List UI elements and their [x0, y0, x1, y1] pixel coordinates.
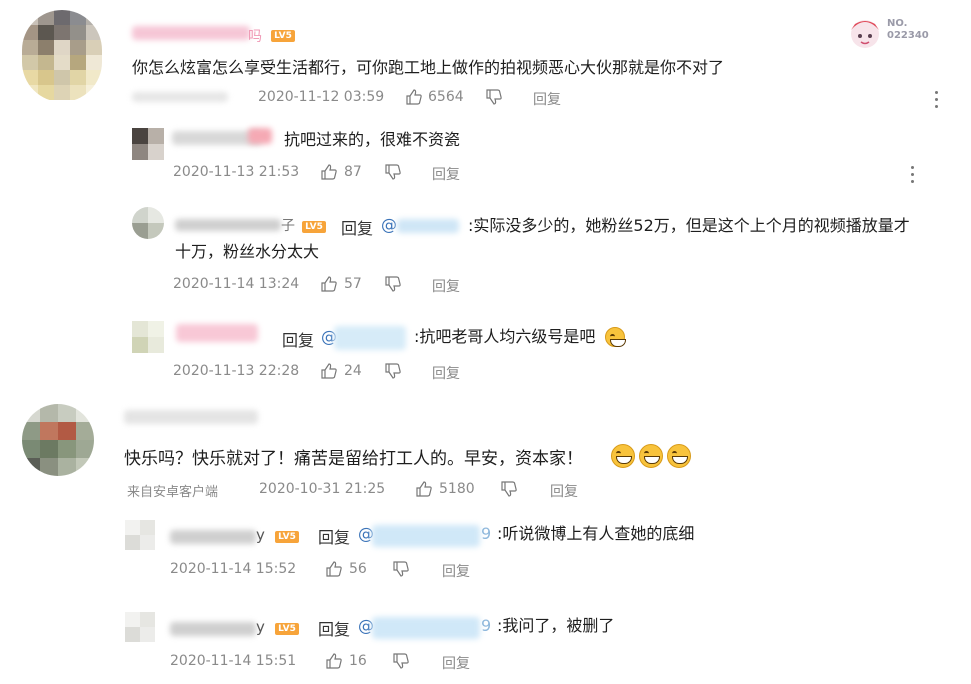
- level-badge: LV5: [302, 221, 326, 233]
- mention-tail[interactable]: 9: [481, 524, 491, 543]
- dislike-icon[interactable]: [392, 652, 410, 670]
- dislike-icon[interactable]: [384, 362, 402, 380]
- reply-text-cont: 十万，粉丝水分太大: [175, 242, 320, 261]
- reply-label: 回复: [318, 528, 351, 547]
- more-options-icon[interactable]: [910, 166, 914, 184]
- dislike-icon[interactable]: [384, 163, 402, 181]
- reply-button[interactable]: 回复: [442, 653, 470, 673]
- reply-date: 2020-11-14 15:51: [170, 653, 297, 669]
- username-blurred[interactable]: [170, 530, 256, 544]
- reply-date: 2020-11-13 22:28: [173, 363, 300, 379]
- like-icon[interactable]: [320, 163, 338, 181]
- grin-emoji-icon: [611, 444, 635, 468]
- mention-blurred[interactable]: [372, 525, 480, 547]
- reply-date: 2020-11-14 15:52: [170, 561, 297, 577]
- comment-text: 你怎么炫富怎么享受生活都行，可你跑工地上做作的拍视频恶心大伙那就是你不对了: [132, 58, 725, 77]
- like-icon[interactable]: [320, 275, 338, 293]
- like-count: 5180: [439, 481, 475, 497]
- avatar[interactable]: [132, 207, 164, 239]
- like-count: 57: [344, 276, 362, 292]
- grin-emoji-icon: [605, 327, 626, 347]
- avatar[interactable]: [22, 404, 94, 476]
- avatar[interactable]: [132, 128, 164, 160]
- reply-button[interactable]: 回复: [432, 164, 460, 184]
- reply-button[interactable]: 回复: [533, 89, 561, 109]
- like-count: 87: [344, 164, 362, 180]
- like-count: 56: [349, 561, 367, 577]
- reply-button[interactable]: 回复: [550, 481, 578, 501]
- mention-link[interactable]: @: [381, 215, 397, 234]
- dislike-icon[interactable]: [392, 560, 410, 578]
- number-badge: NO. 022340: [845, 12, 945, 52]
- username-tail[interactable]: y: [256, 618, 265, 636]
- number-badge-text: NO. 022340: [887, 18, 929, 41]
- reply-button[interactable]: 回复: [442, 561, 470, 581]
- reply-text: :抗吧老哥人均六级号是吧: [414, 327, 596, 346]
- dislike-icon[interactable]: [384, 275, 402, 293]
- username-blurred[interactable]: [124, 410, 258, 424]
- mention-blurred[interactable]: [397, 219, 459, 233]
- username-tail[interactable]: 吗: [248, 26, 262, 46]
- avatar[interactable]: [132, 321, 164, 353]
- username-blurred[interactable]: [175, 219, 281, 231]
- more-options-icon[interactable]: [934, 91, 938, 109]
- comment-text: 快乐吗？快乐就对了！痛苦是留给打工人的。早安，资本家！: [124, 449, 583, 469]
- reply-date: 2020-11-14 13:24: [173, 276, 300, 292]
- like-count: 16: [349, 653, 367, 669]
- reply-text: :实际没多少的，她粉丝52万，但是这个上个月的视频播放量才: [468, 216, 910, 235]
- username-tail[interactable]: 子: [281, 215, 295, 235]
- reply-text: :听说微博上有人查她的底细: [497, 524, 695, 543]
- level-badge: LV5: [271, 30, 295, 42]
- comment-source: 来自安卓客户端: [127, 485, 219, 500]
- level-badge: LV5: [275, 531, 299, 543]
- like-icon[interactable]: [325, 560, 343, 578]
- reply-label: 回复: [318, 620, 351, 639]
- username-blurred[interactable]: [176, 324, 258, 342]
- reply-button[interactable]: 回复: [432, 276, 460, 296]
- grin-emoji-icon: [639, 444, 663, 468]
- like-count: 24: [344, 363, 362, 379]
- username-blurred[interactable]: [248, 128, 272, 144]
- like-icon[interactable]: [320, 362, 338, 380]
- like-icon[interactable]: [415, 480, 433, 498]
- anime-avatar-icon: [851, 20, 879, 48]
- username-tail[interactable]: y: [256, 526, 265, 544]
- reply-text: 抗吧过来的，很难不资瓷: [284, 130, 461, 149]
- grin-emoji-icon: [667, 444, 691, 468]
- reply-label: 回复: [282, 331, 315, 350]
- avatar[interactable]: [22, 10, 102, 102]
- comment-date: 2020-11-12 03:59: [258, 89, 385, 105]
- username-blurred[interactable]: [132, 26, 250, 40]
- reply-text: :我问了，被删了: [497, 616, 615, 635]
- reply-label: 回复: [341, 219, 374, 238]
- dislike-icon[interactable]: [485, 88, 503, 106]
- username-blurred: [132, 92, 228, 102]
- username-blurred[interactable]: [170, 622, 256, 636]
- mention-blurred[interactable]: [334, 326, 406, 350]
- reply-button[interactable]: 回复: [432, 363, 460, 383]
- like-icon[interactable]: [325, 652, 343, 670]
- like-count: 6564: [428, 89, 464, 105]
- mention-tail[interactable]: 9: [481, 616, 491, 635]
- comment-date: 2020-10-31 21:25: [259, 481, 386, 497]
- avatar[interactable]: [125, 612, 155, 642]
- avatar[interactable]: [125, 520, 155, 550]
- mention-blurred[interactable]: [372, 617, 480, 639]
- like-icon[interactable]: [405, 88, 423, 106]
- dislike-icon[interactable]: [500, 480, 518, 498]
- level-badge: LV5: [275, 623, 299, 635]
- reply-date: 2020-11-13 21:53: [173, 164, 300, 180]
